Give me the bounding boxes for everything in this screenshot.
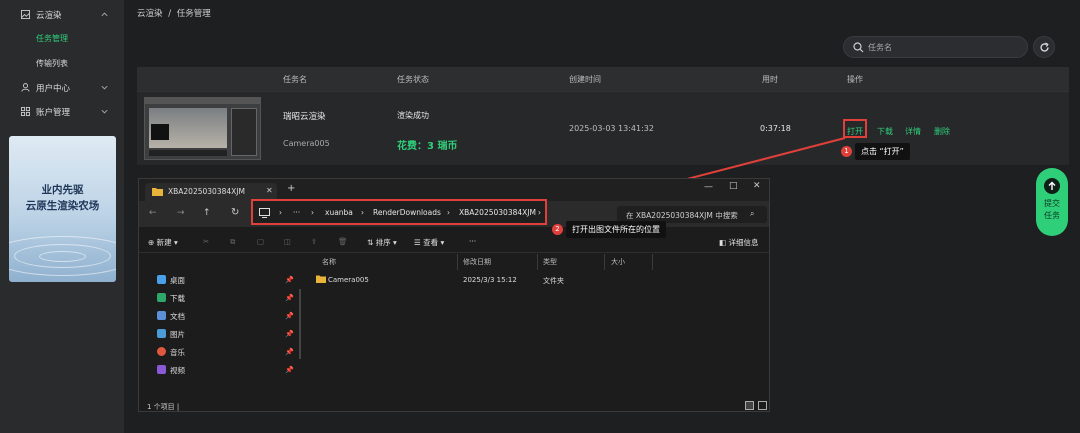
nav-item-pictures[interactable]: 图片 — [157, 329, 185, 340]
close-window-icon[interactable]: ✕ — [753, 181, 761, 191]
close-tab-icon[interactable]: ✕ — [266, 186, 273, 195]
picture-icon — [157, 329, 166, 338]
copy-icon[interactable]: ⧉ — [230, 237, 235, 247]
nav-item-music[interactable]: 音乐 — [157, 347, 185, 358]
path-separator-icon: › — [311, 208, 314, 217]
folder-icon — [152, 188, 163, 196]
forward-icon[interactable]: → — [177, 208, 185, 218]
maximize-icon[interactable]: □ — [729, 181, 738, 191]
path-ellipsis[interactable]: ··· — [293, 208, 300, 217]
path-segment[interactable]: xuanba — [325, 208, 353, 217]
document-icon — [157, 311, 166, 320]
col-type[interactable]: 类型 — [543, 257, 557, 267]
submit-label-1: 提交 — [1044, 199, 1060, 208]
file-type: 文件夹 — [543, 277, 564, 285]
pin-icon[interactable]: 📌 — [285, 348, 294, 356]
new-label: 新建 — [156, 238, 172, 247]
sort-label: 排序 — [375, 238, 391, 247]
tab-title: XBA2025030384XJM — [168, 187, 245, 196]
arrow-up-icon — [1044, 178, 1060, 194]
new-tab-icon[interactable]: + — [287, 183, 295, 194]
search-icon: ⌕ — [750, 209, 755, 218]
nav-scrollbar[interactable] — [299, 289, 301, 359]
paste-icon[interactable]: ▢ — [257, 237, 264, 246]
tiles-view-icon[interactable] — [758, 401, 767, 410]
step-2-badge: 2 — [552, 224, 563, 235]
new-button[interactable]: ⊕ 新建 ▾ — [148, 237, 178, 248]
column-divider[interactable] — [604, 254, 605, 270]
address-path[interactable]: › ··· › xuanba › RenderDownloads › XBA20… — [251, 199, 547, 225]
refresh-icon[interactable]: ↻ — [231, 207, 239, 218]
col-name[interactable]: 名称 — [322, 257, 336, 267]
nav-item-desktop[interactable]: 桌面 — [157, 275, 185, 286]
path-separator-icon: › — [538, 208, 541, 217]
path-segment[interactable]: RenderDownloads — [373, 208, 441, 217]
submit-task-button[interactable]: 提交 任务 — [1036, 168, 1068, 236]
nav-item-downloads[interactable]: 下载 — [157, 293, 185, 304]
file-column-headers: 名称 修改日期 类型 大小 — [309, 254, 769, 270]
path-segment[interactable]: XBA2025030384XJM — [459, 208, 536, 217]
nav-item-videos[interactable]: 视频 — [157, 365, 185, 376]
monitor-icon — [259, 208, 270, 218]
step-2-tooltip: 打开出图文件所在的位置 — [566, 221, 666, 238]
desktop-icon — [157, 275, 166, 284]
details-pane-button[interactable]: ◧ 详细信息 — [719, 237, 758, 248]
explorer-tab-bar: XBA2025030384XJM ✕ + — □ ✕ — [139, 179, 769, 201]
details-view-icon[interactable] — [745, 401, 754, 410]
sort-button[interactable]: ⇅ 排序 ▾ — [367, 237, 397, 248]
pin-icon[interactable]: 📌 — [285, 366, 294, 374]
details-label: 详细信息 — [728, 238, 759, 247]
file-modified: 2025/3/3 15:12 — [463, 276, 517, 284]
pin-icon[interactable]: 📌 — [285, 276, 294, 284]
nav-label: 桌面 — [170, 276, 185, 285]
path-separator-icon: › — [279, 208, 282, 217]
col-size[interactable]: 大小 — [611, 257, 625, 267]
file-name: Camera005 — [328, 276, 369, 284]
column-divider[interactable] — [537, 254, 538, 270]
folder-icon — [316, 275, 326, 283]
nav-label: 音乐 — [170, 348, 185, 357]
music-icon — [157, 347, 166, 356]
nav-label: 下载 — [170, 294, 185, 303]
column-divider[interactable] — [457, 254, 458, 270]
explorer-search-placeholder: 在 XBA2025030384XJM 中搜索 — [626, 211, 738, 220]
minimize-icon[interactable]: — — [704, 182, 713, 192]
nav-label: 图片 — [170, 330, 185, 339]
back-icon[interactable]: ← — [149, 208, 157, 218]
share-icon[interactable]: ⇪ — [311, 237, 317, 246]
view-button[interactable]: ☰ 查看 ▾ — [414, 237, 444, 248]
path-separator-icon: › — [447, 208, 450, 217]
view-label: 查看 — [423, 238, 439, 247]
col-modified[interactable]: 修改日期 — [463, 257, 491, 267]
rename-icon[interactable]: ◫ — [284, 237, 291, 246]
status-bar-count: 1 个项目 | — [147, 403, 180, 411]
nav-item-documents[interactable]: 文档 — [157, 311, 185, 322]
pin-icon[interactable]: 📌 — [285, 294, 294, 302]
download-icon — [157, 293, 166, 302]
explorer-toolbar: ⊕ 新建 ▾ ✂ ⧉ ▢ ◫ ⇪ 🗑 ⇅ 排序 ▾ ☰ 查看 ▾ ··· ◧ 详… — [139, 229, 769, 253]
explorer-nav-pane: 桌面 下载 文档 图片 音乐 视频 📌 📌 📌 📌 📌 📌 — [139, 254, 299, 394]
up-icon[interactable]: ↑ — [203, 208, 211, 218]
submit-label-2: 任务 — [1044, 211, 1060, 220]
column-divider[interactable] — [652, 254, 653, 270]
pin-icon[interactable]: 📌 — [285, 330, 294, 338]
file-explorer-window: XBA2025030384XJM ✕ + — □ ✕ ← → ↑ ↻ › ···… — [138, 178, 770, 412]
more-button[interactable]: ··· — [469, 237, 476, 246]
pin-icon[interactable]: 📌 — [285, 312, 294, 320]
path-separator-icon: › — [361, 208, 364, 217]
cut-icon[interactable]: ✂ — [203, 237, 209, 246]
video-icon — [157, 365, 166, 374]
nav-label: 视频 — [170, 366, 185, 375]
trash-icon[interactable]: 🗑 — [338, 237, 348, 246]
nav-label: 文档 — [170, 312, 185, 321]
